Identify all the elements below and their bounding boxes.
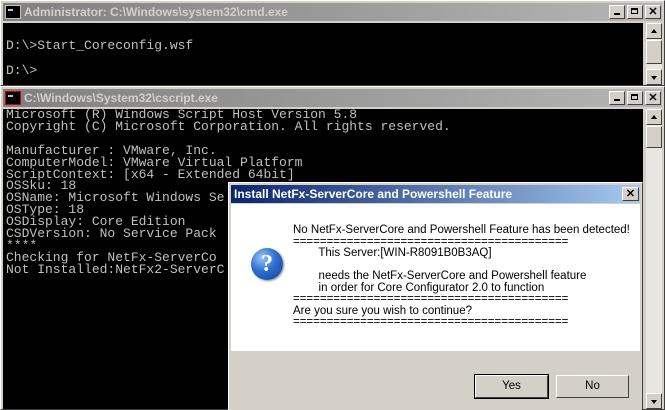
cmd-console-output[interactable]: D:\>Start_Coreconfig.wsf D:\> (3, 23, 643, 85)
cmd-window: Administrator: C:\Windows\system32\cmd.e… (0, 0, 665, 86)
minimize-button[interactable] (609, 91, 625, 105)
cmd-scrollbar[interactable] (646, 23, 662, 85)
close-button[interactable]: ✕ (645, 91, 661, 105)
yes-button[interactable]: Yes (474, 374, 549, 399)
minimize-button[interactable] (609, 5, 625, 19)
scroll-up-icon[interactable] (646, 109, 662, 125)
dialog-message: No NetFx-ServerCore and Powershell Featu… (293, 224, 630, 328)
scroll-down-icon[interactable] (646, 393, 662, 409)
maximize-button[interactable] (627, 5, 643, 19)
dialog-title: Install NetFx-ServerCore and Powershell … (234, 187, 513, 201)
console-line: D:\> (6, 62, 38, 78)
scroll-thumb[interactable] (646, 126, 662, 148)
cscript-titlebar[interactable]: C:\Windows\System32\cscript.exe ✕ (3, 89, 662, 107)
cscript-scrollbar[interactable] (646, 109, 662, 409)
console-line: Copyright (C) Microsoft Corporation. All… (6, 118, 451, 134)
cscript-app-icon (5, 91, 21, 105)
scroll-up-icon[interactable] (646, 23, 662, 39)
cmd-titlebar[interactable]: Administrator: C:\Windows\system32\cmd.e… (3, 3, 662, 21)
dialog-titlebar[interactable]: Install NetFx-ServerCore and Powershell … (231, 185, 640, 203)
console-line: ScriptContext: [x64 - Extended 64bit] (6, 166, 295, 182)
dialog-content: ? No NetFx-ServerCore and Powershell Fea… (231, 204, 640, 351)
dialog-close-button[interactable]: ✕ (622, 187, 639, 201)
maximize-button[interactable] (627, 91, 643, 105)
console-line: D:\>Start_Coreconfig.wsf (6, 37, 194, 53)
scroll-thumb[interactable] (646, 40, 662, 64)
scroll-down-icon[interactable] (646, 69, 662, 85)
install-feature-dialog: Install NetFx-ServerCore and Powershell … (228, 182, 643, 410)
cmd-app-icon (5, 5, 21, 19)
question-icon: ? (251, 248, 283, 280)
cscript-window-title: C:\Windows\System32\cscript.exe (24, 91, 218, 105)
cmd-window-title: Administrator: C:\Windows\system32\cmd.e… (24, 5, 288, 19)
no-button[interactable]: No (556, 375, 629, 398)
close-button[interactable]: ✕ (645, 5, 661, 19)
